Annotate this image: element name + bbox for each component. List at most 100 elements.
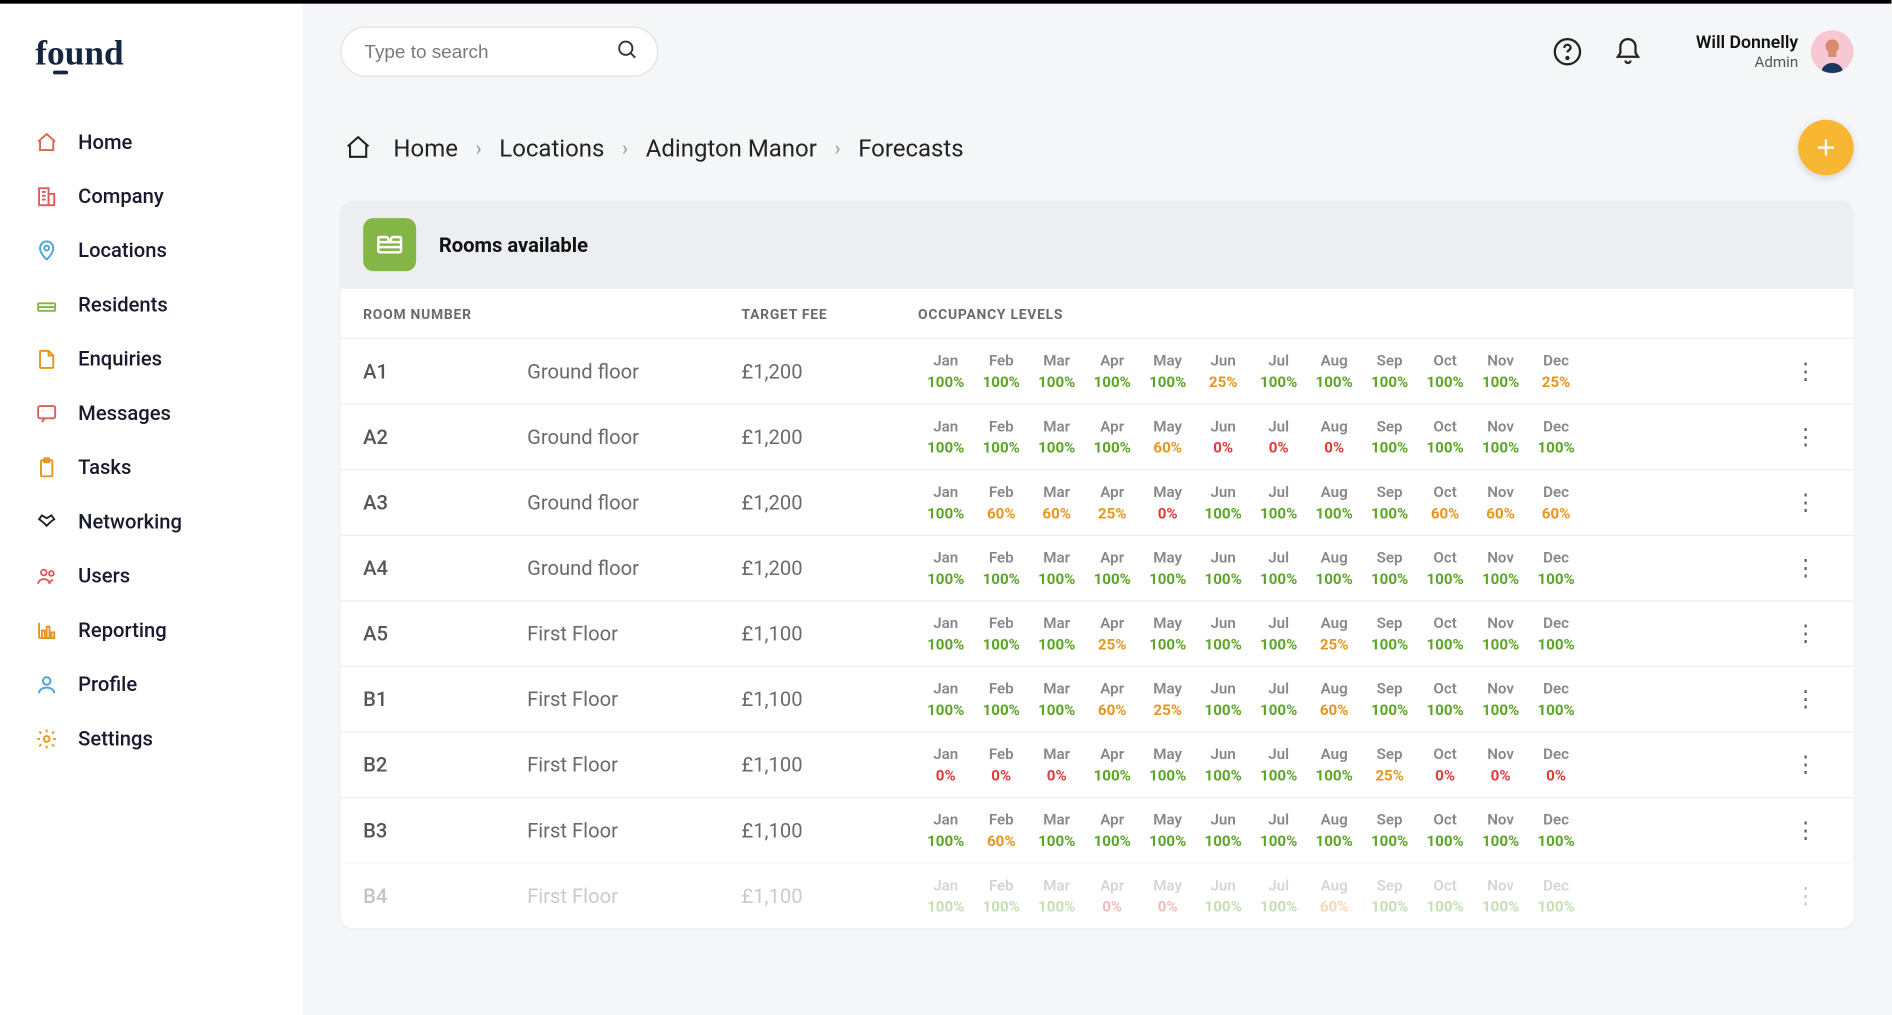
occupancy-value: 100% <box>1140 636 1195 654</box>
search-box[interactable] <box>340 26 658 76</box>
table-row[interactable]: B2First Floor£1,100Jan0%Feb0%Mar0%Apr100… <box>340 731 1853 797</box>
breadcrumb-row: Home›Locations›Adington Manor›Forecasts <box>303 92 1892 200</box>
occupancy-value: 100% <box>1029 701 1084 719</box>
table-row[interactable]: A5First Floor£1,100Jan100%Feb100%Mar100%… <box>340 600 1853 666</box>
sidebar-item-tasks[interactable]: Tasks <box>0 440 303 494</box>
search-input[interactable] <box>364 41 615 62</box>
table-row[interactable]: A1Ground floor£1,200Jan100%Feb100%Mar100… <box>340 338 1853 404</box>
occupancy-grid: Jan100%Feb100%Mar100%Apr100%May100%Jun10… <box>918 549 1781 588</box>
occupancy-month: Oct <box>1417 549 1472 567</box>
sidebar-item-profile[interactable]: Profile <box>0 657 303 711</box>
building-icon <box>35 185 58 208</box>
breadcrumb-locations[interactable]: Locations <box>499 133 604 162</box>
table-row[interactable]: B1First Floor£1,100Jan100%Feb100%Mar100%… <box>340 666 1853 732</box>
occupancy-cell: Dec100% <box>1528 876 1583 915</box>
occupancy-value: 100% <box>1195 701 1250 719</box>
occupancy-month: Sep <box>1362 352 1417 370</box>
bell-icon[interactable] <box>1610 34 1645 69</box>
sidebar-item-residents[interactable]: Residents <box>0 277 303 331</box>
table-row[interactable]: B4First Floor£1,100Jan100%Feb100%Mar100%… <box>340 863 1853 929</box>
row-menu-icon[interactable]: ⋮ <box>1781 819 1831 842</box>
occupancy-month: Aug <box>1306 811 1361 829</box>
occupancy-month: Apr <box>1084 417 1139 435</box>
room-fee: £1,100 <box>741 818 918 842</box>
sidebar-item-users[interactable]: Users <box>0 549 303 603</box>
row-menu-icon[interactable]: ⋮ <box>1781 360 1831 383</box>
user-menu[interactable]: Will Donnelly Admin <box>1696 30 1854 73</box>
table-row[interactable]: A3Ground floor£1,200Jan100%Feb60%Mar60%A… <box>340 469 1853 535</box>
row-menu-icon[interactable]: ⋮ <box>1781 688 1831 711</box>
row-menu-icon[interactable]: ⋮ <box>1781 622 1831 645</box>
breadcrumb-adington-manor[interactable]: Adington Manor <box>646 133 817 162</box>
sidebar-item-locations[interactable]: Locations <box>0 223 303 277</box>
occupancy-month: May <box>1140 417 1195 435</box>
row-menu-icon[interactable]: ⋮ <box>1781 753 1831 776</box>
occupancy-value: 100% <box>1029 570 1084 588</box>
bed-icon <box>35 293 58 316</box>
table-row[interactable]: A2Ground floor£1,200Jan100%Feb100%Mar100… <box>340 404 1853 470</box>
occupancy-value: 100% <box>1029 898 1084 916</box>
occupancy-cell: Jan100% <box>918 417 973 456</box>
occupancy-cell: Apr60% <box>1084 680 1139 719</box>
occupancy-cell: Nov100% <box>1473 614 1528 653</box>
row-menu-icon[interactable]: ⋮ <box>1781 426 1831 449</box>
occupancy-month: Aug <box>1306 352 1361 370</box>
occupancy-cell: May25% <box>1140 680 1195 719</box>
occupancy-value: 100% <box>918 701 973 719</box>
occupancy-month: May <box>1140 811 1195 829</box>
table-row[interactable]: A4Ground floor£1,200Jan100%Feb100%Mar100… <box>340 535 1853 601</box>
occupancy-value: 100% <box>973 701 1028 719</box>
card-header: Rooms available <box>340 200 1853 288</box>
occupancy-value: 0% <box>1528 767 1583 785</box>
occupancy-cell: Oct100% <box>1417 811 1472 850</box>
occupancy-cell: May100% <box>1140 614 1195 653</box>
occupancy-cell: Oct0% <box>1417 745 1472 784</box>
occupancy-cell: Mar100% <box>1029 352 1084 391</box>
sidebar-item-company[interactable]: Company <box>0 169 303 223</box>
row-menu-icon[interactable]: ⋮ <box>1781 491 1831 514</box>
home-icon[interactable] <box>340 130 375 165</box>
breadcrumb-home[interactable]: Home <box>393 133 457 162</box>
occupancy-cell: Nov60% <box>1473 483 1528 522</box>
room-floor: First Floor <box>527 687 741 711</box>
sidebar-item-home[interactable]: Home <box>0 115 303 169</box>
sidebar-item-messages[interactable]: Messages <box>0 386 303 440</box>
occupancy-grid: Jan0%Feb0%Mar0%Apr100%May100%Jun100%Jul1… <box>918 745 1781 784</box>
occupancy-value: 100% <box>1473 898 1528 916</box>
occupancy-value: 60% <box>1029 504 1084 522</box>
occupancy-cell: Jun100% <box>1195 549 1250 588</box>
occupancy-month: Nov <box>1473 745 1528 763</box>
occupancy-cell: May100% <box>1140 549 1195 588</box>
occupancy-value: 100% <box>1029 439 1084 457</box>
sidebar-item-settings[interactable]: Settings <box>0 711 303 765</box>
occupancy-cell: Aug100% <box>1306 483 1361 522</box>
occupancy-month: Aug <box>1306 680 1361 698</box>
occupancy-month: Sep <box>1362 549 1417 567</box>
occupancy-cell: Nov100% <box>1473 417 1528 456</box>
occupancy-value: 100% <box>1362 570 1417 588</box>
occupancy-value: 25% <box>1362 767 1417 785</box>
row-menu-icon[interactable]: ⋮ <box>1781 557 1831 580</box>
occupancy-month: Oct <box>1417 614 1472 632</box>
occupancy-month: Aug <box>1306 614 1361 632</box>
occupancy-month: Nov <box>1473 614 1528 632</box>
table-header: ROOM NUMBER TARGET FEE OCCUPANCY LEVELS <box>340 289 1853 338</box>
occupancy-month: May <box>1140 745 1195 763</box>
table-row[interactable]: B3First Floor£1,100Jan100%Feb60%Mar100%A… <box>340 797 1853 863</box>
occupancy-value: 100% <box>1417 570 1472 588</box>
occupancy-month: Jul <box>1251 876 1306 894</box>
occupancy-month: Feb <box>973 417 1028 435</box>
occupancy-value: 100% <box>1140 832 1195 850</box>
occupancy-value: 100% <box>973 898 1028 916</box>
sidebar-item-enquiries[interactable]: Enquiries <box>0 332 303 386</box>
room-fee: £1,100 <box>741 687 918 711</box>
sidebar-item-reporting[interactable]: Reporting <box>0 603 303 657</box>
occupancy-cell: Mar0% <box>1029 745 1084 784</box>
add-button[interactable] <box>1798 120 1853 175</box>
occupancy-value: 100% <box>1195 767 1250 785</box>
sidebar-item-networking[interactable]: Networking <box>0 494 303 548</box>
row-menu-icon[interactable]: ⋮ <box>1781 885 1831 908</box>
occupancy-cell: Jun25% <box>1195 352 1250 391</box>
occupancy-month: May <box>1140 549 1195 567</box>
help-icon[interactable] <box>1550 34 1585 69</box>
